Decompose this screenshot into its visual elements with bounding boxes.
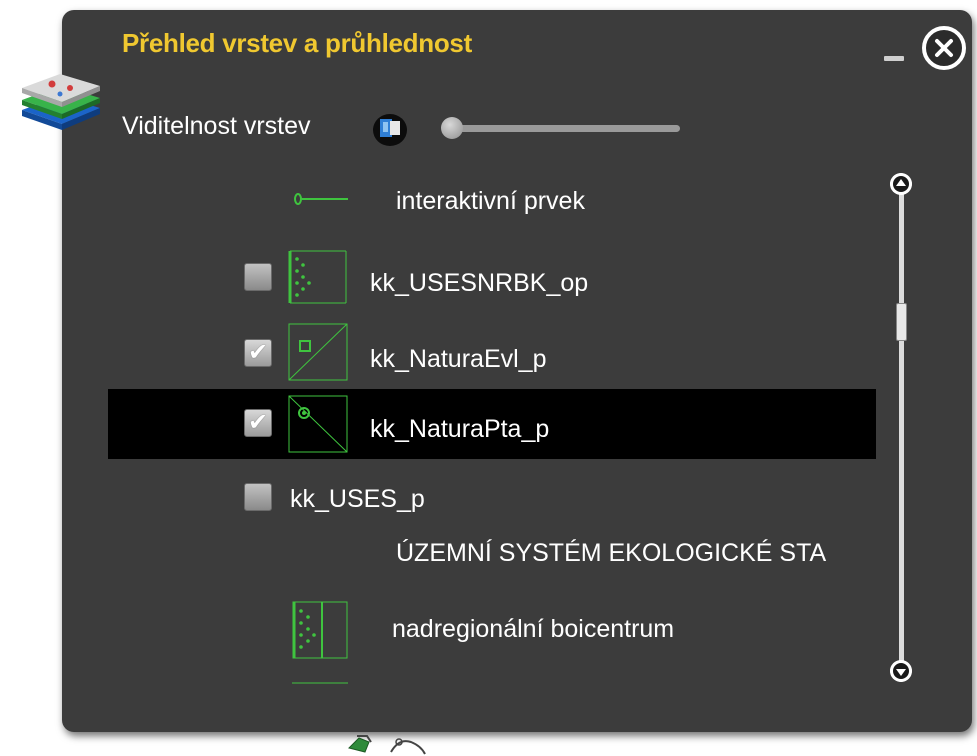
legend-item-label: interaktivní prvek xyxy=(396,187,585,215)
circle-diagonal-symbol xyxy=(288,395,348,453)
transparency-slider-thumb[interactable] xyxy=(441,117,463,139)
scrollbar-handle[interactable] xyxy=(896,303,907,341)
scroll-up-icon[interactable] xyxy=(890,173,912,195)
layer-label: kk_NaturaEvl_p xyxy=(370,345,547,373)
layer-checkbox[interactable] xyxy=(244,263,272,291)
layer-row-kk-naturaevl-p[interactable]: ✔ kk_NaturaEvl_p xyxy=(108,317,876,389)
layer-label: kk_NaturaPta_p xyxy=(370,415,550,443)
layer-list: interaktivní prvek kk_USESNRBK_op ✔ kk_N… xyxy=(108,165,878,705)
minimize-icon[interactable] xyxy=(882,49,908,61)
layer-visibility-icon xyxy=(373,114,407,146)
layer-label: kk_USES_p xyxy=(290,485,425,513)
layer-row-kk-usesnrbk-op[interactable]: kk_USESNRBK_op xyxy=(108,243,876,313)
scroll-down-icon[interactable] xyxy=(890,660,912,682)
square-diagonal-symbol xyxy=(288,323,348,381)
layer-label: kk_USESNRBK_op xyxy=(370,269,589,297)
close-icon[interactable] xyxy=(920,24,968,72)
legend-group-heading: ÚZEMNÍ SYSTÉM EKOLOGICKÉ STA xyxy=(108,531,876,581)
scrollbar-track[interactable] xyxy=(899,185,904,670)
dotted-hatch-symbol xyxy=(292,601,348,659)
layer-checkbox[interactable]: ✔ xyxy=(244,409,272,437)
layers-stack-icon xyxy=(22,74,100,130)
layer-row-kk-uses-p[interactable]: kk_USES_p xyxy=(108,465,876,531)
point-line-symbol xyxy=(294,193,348,205)
layer-visibility-label: Viditelnost vrstev xyxy=(122,112,311,140)
legend-item-interactive: interaktivní prvek xyxy=(108,165,876,235)
layer-row-kk-naturapta-p[interactable]: ✔ kk_NaturaPta_p xyxy=(108,389,876,459)
panel-title: Přehled vrstev a průhlednost xyxy=(122,28,472,58)
legend-heading-label: ÚZEMNÍ SYSTÉM EKOLOGICKÉ STA xyxy=(396,539,827,567)
map-tool-icons xyxy=(348,735,426,755)
legend-item-label: nadregionální boicentrum xyxy=(392,615,675,643)
legend-item-nadregionalni: nadregionální boicentrum xyxy=(108,593,876,663)
line-symbol xyxy=(292,682,348,684)
layer-checkbox[interactable] xyxy=(244,483,272,511)
transparency-slider-track[interactable] xyxy=(450,125,680,132)
dotted-hatch-symbol xyxy=(288,250,347,304)
layer-checkbox[interactable]: ✔ xyxy=(244,339,272,367)
